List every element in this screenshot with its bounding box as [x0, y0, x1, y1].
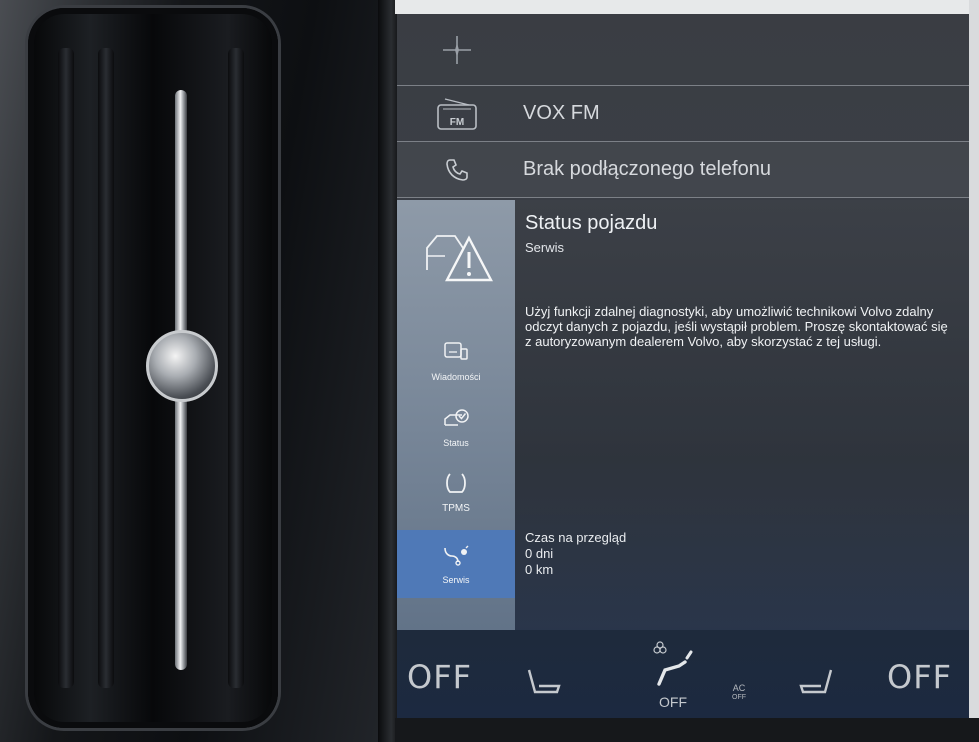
radio-station-label: VOX FM	[523, 102, 600, 124]
service-wrench-icon	[442, 544, 470, 571]
dashboard-bottom-edge	[395, 718, 979, 742]
status-sidebar: Wiadomości Status TPMS Serwis	[397, 200, 515, 630]
phone-icon	[415, 152, 499, 188]
sidebar-item-wiadomosci[interactable]: Wiadomości	[397, 328, 515, 394]
service-due-label: Czas na przegląd	[525, 530, 627, 545]
passenger-seat-heat-icon[interactable]	[797, 666, 837, 705]
status-content: Status pojazdu Serwis Użyj funkcji zdaln…	[515, 200, 969, 630]
sidebar-item-label: Status	[443, 437, 469, 448]
sidebar-item-label: Serwis	[442, 574, 470, 585]
dashboard-top-edge	[395, 0, 979, 14]
vent-fin	[58, 48, 74, 688]
phone-tile[interactable]: Brak podłączonego telefonu	[397, 142, 969, 198]
dashboard-right-edge	[969, 0, 979, 742]
messages-icon	[443, 341, 469, 368]
passenger-temperature[interactable]: OFF	[887, 658, 952, 696]
vent-fin	[98, 48, 114, 688]
status-title: Status pojazdu	[525, 212, 658, 234]
vent-knob	[146, 330, 218, 402]
driver-temperature[interactable]: OFF	[407, 658, 472, 696]
service-due-days: 0 dni	[525, 546, 554, 561]
ac-label: AC	[732, 683, 746, 693]
sidebar-item-label: TPMS	[442, 503, 470, 514]
fan-off-label: OFF	[659, 694, 687, 710]
service-due-info: Czas na przegląd 0 dni 0 km	[525, 530, 626, 578]
navigation-tile[interactable]	[397, 14, 969, 86]
ac-button[interactable]: AC OFF	[732, 684, 746, 702]
climate-bar: OFF OFF AC OFF OFF	[397, 630, 969, 718]
svg-text:FM: FM	[450, 117, 464, 128]
driver-seat-heat-icon[interactable]	[523, 666, 563, 705]
sidebar-item-status[interactable]: Status	[397, 394, 515, 460]
vehicle-warning-icon	[423, 226, 495, 286]
sidebar-item-serwis[interactable]: Serwis	[397, 530, 515, 598]
car-status-icon	[442, 407, 470, 434]
status-subtitle: Serwis	[525, 240, 565, 255]
radio-icon: FM	[415, 96, 499, 132]
tpms-icon	[444, 472, 468, 499]
dashboard-left-panel	[0, 0, 395, 742]
sidebar-item-tpms[interactable]: TPMS	[397, 460, 515, 526]
service-due-km: 0 km	[525, 562, 554, 577]
fan-icon[interactable]	[647, 640, 707, 695]
remote-diagnostics-text: Użyj funkcji zdalnej diagnostyki, aby um…	[525, 304, 948, 349]
vent-fin	[228, 48, 244, 688]
media-tile[interactable]: FM VOX FM	[397, 86, 969, 142]
ac-off-label: OFF	[732, 694, 746, 701]
phone-status-label: Brak podłączonego telefonu	[523, 158, 771, 180]
sidebar-item-label: Wiadomości	[431, 371, 481, 382]
compass-icon	[415, 32, 499, 68]
infotainment-screen: FM VOX FM Brak podłączonego telefonu Wia…	[397, 14, 969, 718]
vehicle-status-card: Wiadomości Status TPMS Serwis Status poj…	[397, 200, 969, 630]
